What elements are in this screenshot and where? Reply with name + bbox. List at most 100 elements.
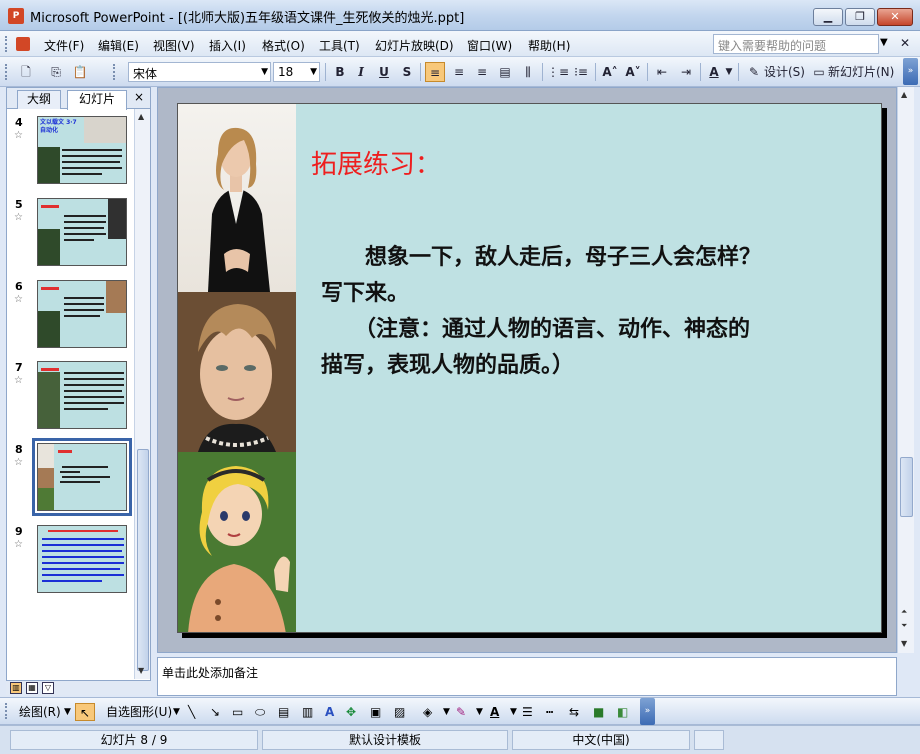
shadow-button[interactable]: S [397, 62, 417, 82]
align-left-icon[interactable]: ≡ [425, 62, 445, 82]
menu-format[interactable]: 格式(O) [262, 37, 305, 54]
slide-title[interactable]: 拓展练习： [311, 144, 441, 181]
document-menu-icon[interactable] [16, 37, 30, 51]
scroll-down-icon[interactable]: ▼ [901, 639, 907, 648]
text-direction-icon[interactable]: ⫼ [518, 62, 538, 82]
paste-icon[interactable]: 📋 [70, 62, 90, 82]
copy-icon[interactable]: ⎘ [46, 62, 66, 82]
slide-sorter-view-icon[interactable]: ▦ [26, 682, 38, 694]
increase-font-icon[interactable]: A˄ [600, 62, 620, 82]
picture-icon[interactable]: ▨ [394, 703, 405, 721]
slide-photo-cartoon-girl[interactable] [178, 452, 296, 632]
dash-style-icon[interactable]: ┅ [546, 703, 553, 721]
tab-outline[interactable]: 大纲 [17, 90, 61, 109]
arrow-style-icon[interactable]: ⇆ [569, 703, 579, 721]
decrease-font-icon[interactable]: A˅ [623, 62, 643, 82]
font-color-icon[interactable]: A [490, 703, 499, 721]
chevron-down-icon[interactable]: ▼ [724, 62, 734, 82]
decrease-indent-icon[interactable]: ⇤ [652, 62, 672, 82]
previous-slide-icon[interactable]: ⏶ [901, 607, 907, 617]
menu-insert[interactable]: 插入(I) [209, 37, 246, 54]
wordart-icon[interactable]: A [325, 703, 334, 721]
menu-file[interactable]: 文件(F) [44, 37, 84, 54]
draw-menu-button[interactable]: 绘图(R) [19, 703, 61, 721]
select-pointer-icon[interactable]: ↖ [75, 703, 95, 721]
slide-thumbnail-selected[interactable] [32, 438, 132, 516]
slide-photo-woman[interactable] [178, 104, 296, 292]
close-button[interactable]: ✕ [877, 8, 913, 26]
menu-help[interactable]: 帮助(H) [528, 37, 570, 54]
help-dropdown-icon[interactable]: ▼ [880, 37, 888, 48]
toolbar-options-icon[interactable]: » [640, 698, 655, 725]
line-color-icon[interactable]: ✎ [456, 703, 466, 721]
toolbar-grip[interactable] [5, 703, 8, 719]
font-color-icon[interactable]: A [704, 62, 724, 82]
menu-tools[interactable]: 工具(T) [319, 37, 360, 54]
menu-grip[interactable] [5, 36, 8, 52]
bold-button[interactable]: B [330, 62, 350, 82]
panel-close-icon[interactable]: × [134, 90, 144, 104]
diagram-icon[interactable]: ✥ [346, 703, 356, 721]
toolbar-grip[interactable] [5, 64, 8, 80]
design-icon[interactable]: ✎ [744, 62, 764, 82]
slide-thumbnail[interactable] [37, 198, 127, 266]
fill-color-icon[interactable]: ◈ [423, 703, 432, 721]
slide-thumbnail[interactable] [37, 361, 127, 429]
scroll-up-icon[interactable]: ▲ [901, 90, 907, 99]
font-size-combo[interactable]: 18 ▼ [273, 62, 320, 82]
align-right-icon[interactable]: ≡ [472, 62, 492, 82]
slide-area-scrollbar[interactable]: ▲ ⏶ ⏷ ▼ [897, 87, 914, 653]
slide-thumbnail[interactable] [37, 525, 127, 593]
3d-style-icon[interactable]: ◧ [617, 703, 628, 721]
restore-button[interactable]: ❐ [845, 8, 875, 26]
slides-panel-scrollbar[interactable]: ▲ ▼ [134, 109, 150, 679]
slide-thumbnail[interactable]: 文以载文 3·7 自动化 [37, 116, 127, 184]
shadow-style-icon[interactable]: ■ [593, 703, 604, 721]
bullets-icon[interactable]: ⁝≡ [571, 62, 591, 82]
align-center-icon[interactable]: ≡ [449, 62, 469, 82]
notes-pane[interactable]: 单击此处添加备注 [157, 657, 897, 696]
new-slide-icon[interactable]: ▭ [809, 62, 829, 82]
font-name-combo[interactable]: 宋体 ▼ [128, 62, 271, 82]
chevron-down-icon[interactable]: ▼ [510, 703, 517, 721]
slide-thumbnail[interactable] [37, 280, 127, 348]
underline-button[interactable]: U [374, 62, 394, 82]
tab-slides[interactable]: 幻灯片 [67, 90, 127, 110]
clipart-icon[interactable]: ▣ [370, 703, 381, 721]
line-icon[interactable]: ╲ [188, 703, 195, 721]
chevron-down-icon[interactable]: ▼ [64, 703, 71, 721]
scrollbar-thumb[interactable] [900, 457, 913, 517]
minimize-button[interactable]: ▁ [813, 8, 843, 26]
textbox-icon[interactable]: ▤ [278, 703, 289, 721]
powerpoint-app-icon[interactable]: P [8, 8, 24, 24]
distribute-icon[interactable]: ▤ [495, 62, 515, 82]
oval-icon[interactable]: ⬭ [255, 703, 265, 721]
increase-indent-icon[interactable]: ⇥ [676, 62, 696, 82]
line-style-icon[interactable]: ☰ [522, 703, 533, 721]
arrow-icon[interactable]: ↘ [210, 703, 220, 721]
new-slide-button[interactable]: 新幻灯片(N) [828, 62, 894, 82]
new-document-icon[interactable]: 🗋 [16, 62, 36, 82]
design-button[interactable]: 设计(S) [764, 62, 805, 82]
toolbar-options-icon[interactable]: » [903, 58, 918, 85]
autoshapes-button[interactable]: 自选图形(U) [106, 703, 172, 721]
menu-slideshow[interactable]: 幻灯片放映(D) [375, 37, 454, 54]
slide-photo-boy[interactable] [178, 292, 296, 452]
help-search-input[interactable]: 键入需要帮助的问题 [713, 34, 879, 54]
menu-edit[interactable]: 编辑(E) [98, 37, 139, 54]
scroll-down-icon[interactable]: ▼ [138, 666, 144, 675]
menu-window[interactable]: 窗口(W) [467, 37, 512, 54]
chevron-down-icon[interactable]: ▼ [476, 703, 483, 721]
menu-view[interactable]: 视图(V) [153, 37, 195, 54]
next-slide-icon[interactable]: ⏷ [901, 621, 907, 631]
toolbar-grip[interactable] [113, 64, 116, 80]
slide-body-text[interactable]: 想象一下，敌人走后，母子三人会怎样？写下来。 （注意：通过人物的语言、动作、神态… [321, 239, 771, 383]
chevron-down-icon[interactable]: ▼ [443, 703, 450, 721]
scrollbar-thumb[interactable] [137, 449, 149, 671]
vertical-textbox-icon[interactable]: ▥ [302, 703, 313, 721]
current-slide[interactable]: 拓展练习： 想象一下，敌人走后，母子三人会怎样？写下来。 （注意：通过人物的语言… [177, 103, 882, 633]
scroll-up-icon[interactable]: ▲ [138, 112, 144, 121]
document-close-icon[interactable]: ✕ [898, 36, 912, 50]
chevron-down-icon[interactable]: ▼ [173, 703, 180, 721]
normal-view-icon[interactable]: ▥ [10, 682, 22, 694]
